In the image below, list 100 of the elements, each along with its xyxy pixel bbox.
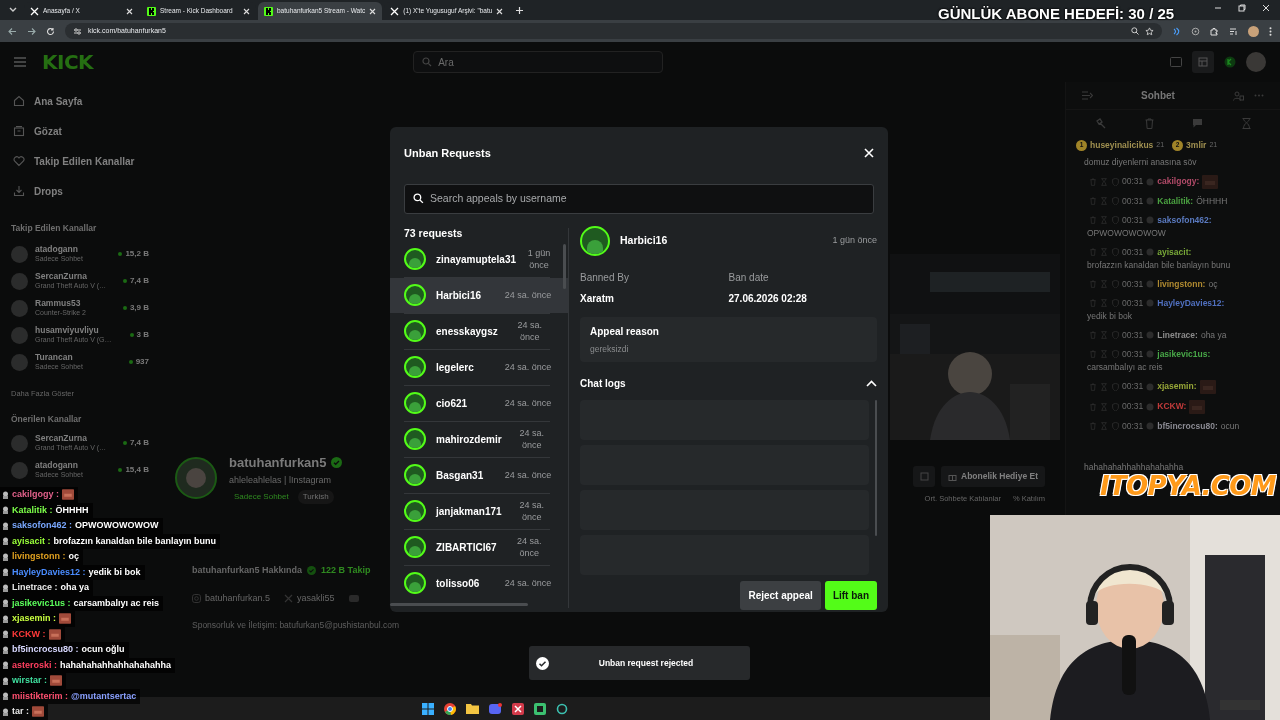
trash-icon[interactable]	[1090, 350, 1096, 359]
extension-wave-icon[interactable]	[1172, 26, 1181, 36]
request-row[interactable]: ZIBARTICI67 24 sa. önce	[390, 529, 568, 565]
reload-icon[interactable]	[46, 26, 55, 36]
request-row[interactable]: Harbici16 24 sa. önce	[390, 277, 568, 313]
trash-icon[interactable]	[1090, 248, 1096, 257]
category-tag[interactable]: Sadece Sohbet	[229, 489, 294, 504]
request-row[interactable]: Basgan31 24 sa. önce	[390, 457, 568, 493]
menu-icon[interactable]	[14, 57, 26, 67]
kick-logo[interactable]: KICK	[42, 47, 94, 77]
trash-icon[interactable]	[1090, 216, 1096, 225]
close-window-icon[interactable]	[1262, 4, 1270, 12]
hd-icon[interactable]	[1170, 57, 1182, 67]
new-tab-icon[interactable]	[515, 6, 525, 15]
hourglass-icon[interactable]	[1101, 299, 1107, 308]
minimize-icon[interactable]	[1214, 4, 1222, 12]
shield-icon[interactable]	[1112, 197, 1119, 206]
reject-appeal-button[interactable]: Reject appeal	[740, 581, 821, 611]
discord-icon[interactable]	[489, 702, 502, 715]
app-x-icon[interactable]	[512, 702, 524, 715]
user-avatar[interactable]	[1246, 52, 1266, 72]
chat-username[interactable]: Linetrace:	[1157, 328, 1198, 342]
restore-icon[interactable]	[1238, 4, 1246, 12]
chat-username[interactable]: cakilgogy:	[1157, 175, 1200, 189]
search-field[interactable]: Ara	[413, 51, 664, 73]
chat-username[interactable]: HayleyDavies12:	[1157, 296, 1225, 310]
more-horizontal-icon[interactable]	[1254, 94, 1264, 97]
profile-avatar[interactable]	[1248, 25, 1259, 37]
nav-item[interactable]: Gözat	[0, 116, 160, 146]
scrollbar-thumb[interactable]	[390, 603, 528, 606]
hourglass-icon[interactable]	[1101, 402, 1107, 411]
nav-item[interactable]: Ana Sayfa	[0, 86, 160, 116]
users-icon[interactable]	[1233, 90, 1244, 101]
request-row[interactable]: janjakman171 24 sa. önce	[390, 493, 568, 529]
chat-username[interactable]: livingstonn:	[1157, 277, 1206, 291]
folder-icon[interactable]	[466, 703, 479, 714]
trash-icon[interactable]	[1144, 117, 1154, 129]
chevron-up-icon[interactable]	[866, 380, 877, 388]
chat-username[interactable]: ayisacit:	[1157, 245, 1192, 259]
collapse-chat-icon[interactable]	[1082, 91, 1093, 100]
trash-icon[interactable]	[1090, 197, 1096, 206]
trash-icon[interactable]	[1090, 402, 1096, 411]
chat-username[interactable]: bf5incrocsu80:	[1157, 419, 1218, 433]
shield-icon[interactable]	[1112, 402, 1119, 411]
request-row[interactable]: legelerc 24 sa. önce	[390, 349, 568, 385]
clip-button[interactable]	[913, 465, 935, 487]
close-icon[interactable]	[496, 7, 504, 15]
shield-icon[interactable]	[1112, 331, 1119, 340]
chat-username[interactable]: Katalitik:	[1157, 194, 1194, 208]
back-icon[interactable]	[8, 26, 17, 36]
more-vertical-icon[interactable]	[1269, 26, 1272, 36]
hourglass-icon[interactable]	[1101, 248, 1107, 257]
zoom-icon[interactable]	[1131, 27, 1139, 35]
hourglass-icon[interactable]	[1241, 117, 1251, 129]
hourglass-icon[interactable]	[1101, 280, 1107, 289]
speech-bubble-icon[interactable]	[1192, 118, 1204, 128]
hourglass-icon[interactable]	[1101, 382, 1107, 391]
nav-item[interactable]: Drops	[0, 176, 160, 206]
chat-username[interactable]: xjasemin:	[1157, 380, 1197, 394]
trash-icon[interactable]	[1090, 280, 1096, 289]
lift-ban-button[interactable]: Lift ban	[824, 581, 877, 611]
trash-icon[interactable]	[1090, 177, 1096, 186]
request-row[interactable]: zinayamuptela31 1 gün önce	[390, 241, 568, 277]
chrome-icon[interactable]	[444, 702, 456, 715]
trash-icon[interactable]	[1090, 382, 1096, 391]
shield-icon[interactable]	[1112, 350, 1119, 359]
extension-flower-icon[interactable]	[1191, 26, 1200, 36]
hourglass-icon[interactable]	[1101, 350, 1107, 359]
request-row[interactable]: mahirozdemir 24 sa. önce	[390, 421, 568, 457]
scrollbar-thumb[interactable]	[875, 400, 877, 537]
kick-circle-icon[interactable]	[1224, 56, 1236, 68]
gift-subscription-button[interactable]: Abonelik Hediye Et	[941, 465, 1045, 487]
close-icon[interactable]	[243, 7, 250, 15]
social-link[interactable]: batuhanfurkan.5	[205, 591, 271, 605]
trash-icon[interactable]	[1090, 299, 1096, 308]
social-link[interactable]: yasakli55	[297, 591, 335, 605]
shield-icon[interactable]	[1112, 382, 1119, 391]
trash-icon[interactable]	[1090, 331, 1096, 340]
chat-username[interactable]: saksofon462:	[1157, 213, 1212, 227]
chat-username[interactable]: jasikevic1us:	[1157, 347, 1211, 361]
scrollbar-thumb[interactable]	[563, 243, 566, 289]
request-row[interactable]: cio621 24 sa. önce	[390, 385, 568, 421]
hourglass-icon[interactable]	[1101, 331, 1107, 340]
bookmark-star-icon[interactable]	[1145, 26, 1154, 36]
search-field[interactable]: Search appeals by username	[404, 183, 874, 214]
windows-start-icon[interactable]	[422, 702, 434, 715]
request-row[interactable]: enesskaygsz 24 sa. önce	[390, 313, 568, 349]
request-row[interactable]: tolisso06 24 sa. önce	[390, 565, 568, 601]
app-ring-icon[interactable]	[556, 702, 568, 715]
shield-icon[interactable]	[1112, 177, 1119, 186]
hourglass-icon[interactable]	[1101, 177, 1107, 186]
shield-icon[interactable]	[1112, 422, 1119, 431]
hourglass-icon[interactable]	[1101, 422, 1107, 431]
hourglass-icon[interactable]	[1101, 216, 1107, 225]
shield-icon[interactable]	[1112, 216, 1119, 225]
close-icon[interactable]	[369, 7, 377, 15]
shield-icon[interactable]	[1112, 299, 1119, 308]
extensions-puzzle-icon[interactable]	[1210, 26, 1219, 36]
category-tag[interactable]: Turkish	[297, 489, 334, 504]
shield-icon[interactable]	[1112, 280, 1119, 289]
